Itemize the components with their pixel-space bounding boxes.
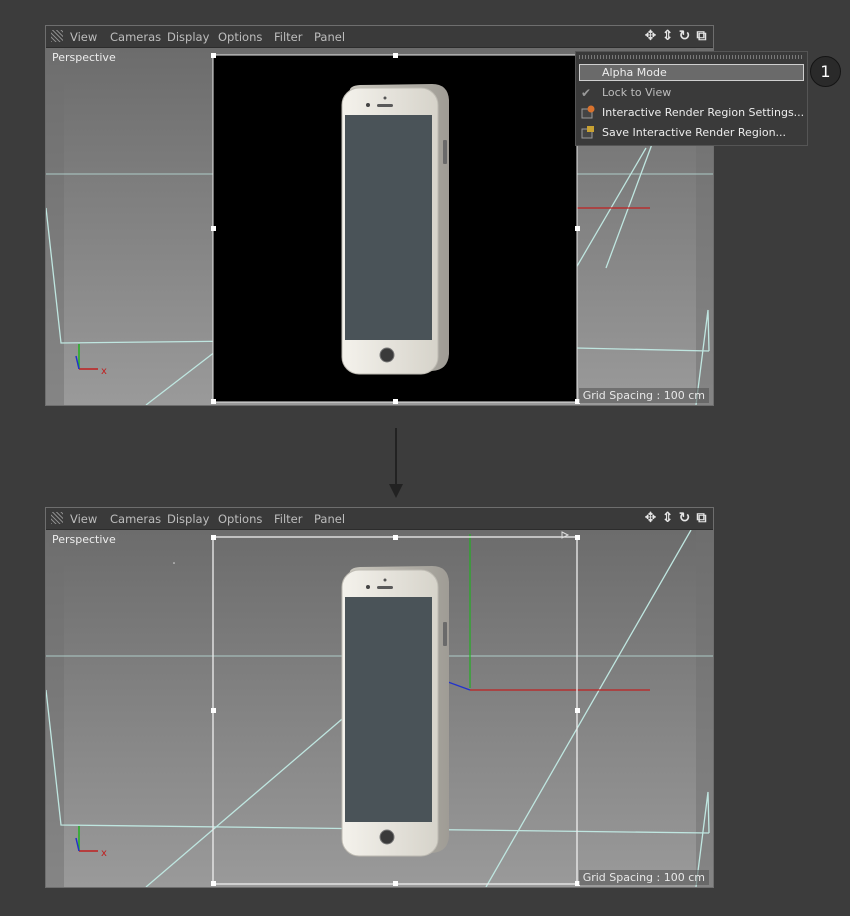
menu-panel[interactable]: Panel — [314, 30, 345, 44]
phone-model — [341, 566, 449, 857]
move-vertical-icon[interactable]: ⇕ — [660, 28, 675, 44]
svg-text:x: x — [101, 848, 107, 859]
checkmark-icon: ✔ — [581, 86, 592, 100]
menu-options[interactable]: Options — [218, 30, 262, 44]
menu-filter[interactable]: Filter — [274, 30, 302, 44]
grip-icon[interactable] — [51, 512, 63, 524]
menu-item-alpha-mode[interactable]: Alpha Mode — [602, 66, 667, 79]
render-region-popup-menu: Alpha Mode ✔ Lock to View Interactive Re… — [575, 51, 808, 146]
maximize-icon[interactable]: ⧉ — [694, 510, 709, 526]
viewport-label[interactable]: Perspective — [49, 50, 119, 65]
menu-display[interactable]: Display — [167, 512, 209, 526]
move-vertical-icon[interactable]: ⇕ — [660, 510, 675, 526]
rotate-icon[interactable]: ↻ — [677, 510, 692, 526]
move-icon[interactable]: ✥ — [643, 28, 658, 44]
rotate-icon[interactable]: ↻ — [677, 28, 692, 44]
menu-view[interactable]: View — [70, 30, 97, 44]
menu-cameras[interactable]: Cameras — [110, 512, 161, 526]
down-arrow-icon — [389, 428, 403, 498]
perspective-viewport-alpha[interactable]: View Cameras Display Options Filter Pane… — [45, 507, 714, 888]
svg-text:x: x — [101, 366, 107, 377]
menu-item-save-render-region[interactable]: Save Interactive Render Region... — [602, 126, 786, 139]
menu-view[interactable]: View — [70, 512, 97, 526]
viewport-menubar: View Cameras Display Options Filter Pane… — [46, 26, 713, 48]
viewport-scene: x — [46, 530, 713, 887]
grip-icon[interactable] — [51, 30, 63, 42]
popup-grip[interactable] — [579, 55, 804, 59]
phone-model — [341, 84, 449, 375]
grid-spacing-label: Grid Spacing : 100 cm — [578, 870, 709, 885]
viewport-label[interactable]: Perspective — [49, 532, 119, 547]
save-render-region-icon — [581, 126, 594, 139]
move-icon[interactable]: ✥ — [643, 510, 658, 526]
maximize-icon[interactable]: ⧉ — [694, 28, 709, 44]
menu-options[interactable]: Options — [218, 512, 262, 526]
callout-badge: 1 — [810, 56, 841, 87]
grid-spacing-label: Grid Spacing : 100 cm — [578, 388, 709, 403]
menu-panel[interactable]: Panel — [314, 512, 345, 526]
menu-item-render-region-settings[interactable]: Interactive Render Region Settings... — [602, 106, 804, 119]
menu-display[interactable]: Display — [167, 30, 209, 44]
render-settings-icon — [581, 105, 595, 119]
viewport-menubar: View Cameras Display Options Filter Pane… — [46, 508, 713, 530]
menu-cameras[interactable]: Cameras — [110, 30, 161, 44]
menu-filter[interactable]: Filter — [274, 512, 302, 526]
menu-item-lock-to-view[interactable]: Lock to View — [602, 86, 671, 99]
